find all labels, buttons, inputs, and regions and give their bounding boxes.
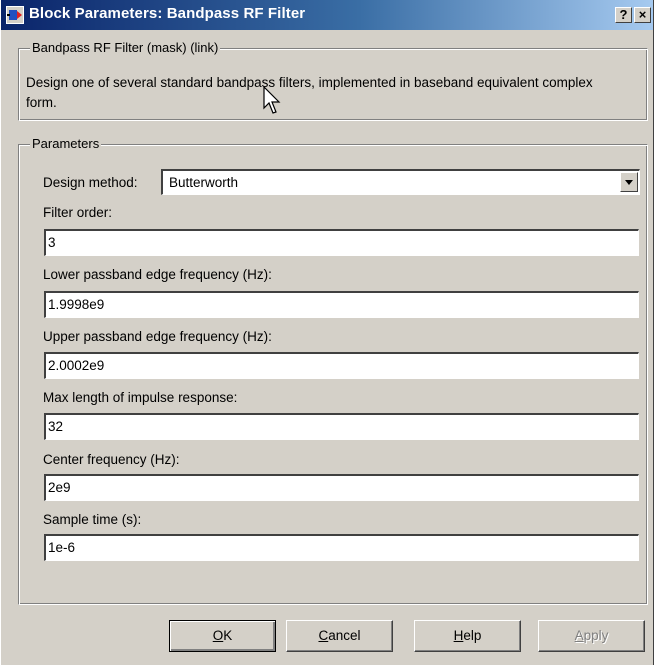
ok-label: K — [223, 628, 233, 643]
filter-order-input[interactable]: 3 — [44, 229, 639, 256]
chevron-down-icon — [625, 180, 633, 185]
upper-edge-input[interactable]: 2.0002e9 — [44, 352, 639, 379]
title-bar[interactable]: Block Parameters: Bandpass RF Filter ? × — [1, 0, 653, 30]
parameters-legend: Parameters — [30, 136, 102, 152]
cancel-label: ancel — [328, 628, 361, 643]
max-impulse-label: Max length of impulse response: — [43, 390, 238, 405]
simulink-block-icon — [6, 6, 24, 24]
ok-button[interactable]: OK — [169, 620, 276, 652]
mouse-pointer-icon — [263, 86, 281, 114]
design-method-value: Butterworth — [169, 175, 239, 190]
cancel-button[interactable]: Cancel — [286, 620, 393, 652]
design-method-label: Design method: — [43, 175, 138, 190]
close-button[interactable]: × — [634, 7, 651, 23]
upper-edge-label: Upper passband edge frequency (Hz): — [43, 329, 272, 344]
filter-order-label: Filter order: — [43, 205, 113, 220]
window-title: Block Parameters: Bandpass RF Filter — [29, 5, 306, 22]
apply-label: pply — [583, 628, 609, 643]
sample-time-input[interactable]: 1e-6 — [44, 534, 639, 561]
lower-edge-label: Lower passband edge frequency (Hz): — [43, 267, 272, 282]
max-impulse-input[interactable]: 32 — [44, 413, 639, 440]
sample-time-label: Sample time (s): — [43, 512, 142, 527]
dialog-window: Block Parameters: Bandpass RF Filter ? ×… — [0, 0, 654, 665]
center-freq-input[interactable]: 2e9 — [44, 474, 639, 501]
mask-description: Design one of several standard bandpass … — [26, 75, 593, 110]
apply-button[interactable]: Apply — [538, 620, 645, 652]
help-button[interactable]: Help — [414, 620, 521, 652]
center-freq-label: Center frequency (Hz): — [43, 452, 180, 467]
mask-legend: Bandpass RF Filter (mask) (link) — [30, 40, 221, 56]
design-method-dropdown-button[interactable] — [620, 172, 638, 192]
help-mnemonic: H — [453, 628, 464, 643]
design-method-select[interactable]: Butterworth — [161, 169, 640, 195]
help-title-button[interactable]: ? — [615, 7, 632, 23]
help-label: elp — [463, 628, 482, 643]
cancel-mnemonic: C — [318, 628, 329, 643]
ok-mnemonic: O — [212, 628, 224, 643]
lower-edge-input[interactable]: 1.9998e9 — [44, 291, 639, 318]
apply-mnemonic: A — [574, 628, 584, 643]
